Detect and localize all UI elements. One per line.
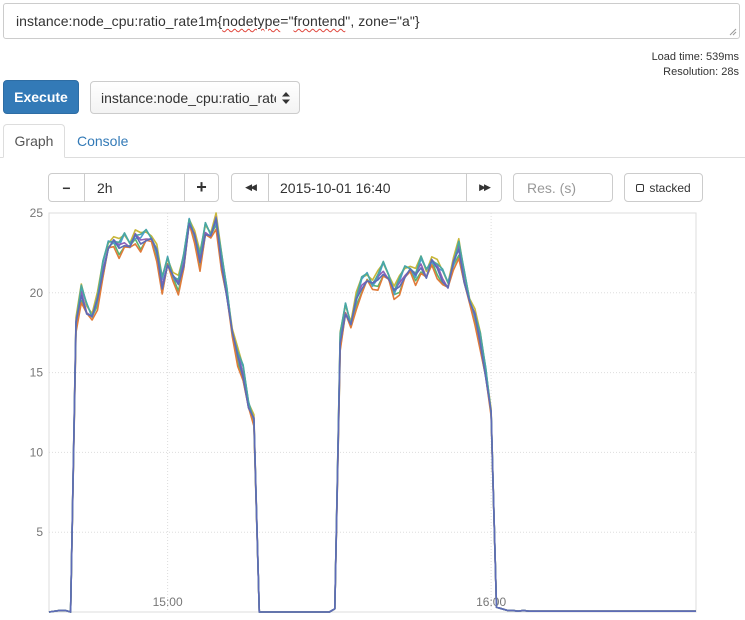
x-tick-label: 15:00 — [153, 595, 183, 609]
time-forward-button[interactable]: ▶▶ — [466, 173, 502, 202]
y-tick-label: 15 — [30, 366, 44, 380]
metric-select-value: instance:node_cpu:ratio_rate1m — [101, 90, 276, 106]
stacked-toggle[interactable]: stacked — [624, 173, 703, 202]
range-input[interactable]: 2h — [84, 173, 185, 202]
y-tick-label: 20 — [30, 286, 44, 300]
forward-icon: ▶▶ — [479, 182, 491, 192]
range-decrease-button[interactable]: − — [48, 173, 85, 202]
backward-icon: ◀◀ — [245, 182, 257, 192]
metric-select[interactable]: instance:node_cpu:ratio_rate1m — [90, 81, 300, 114]
execute-button[interactable]: Execute — [3, 80, 79, 114]
resize-grip-icon[interactable] — [729, 28, 737, 36]
graph-chart[interactable]: 5 10 15 20 25 15:00 16:00 — [0, 205, 745, 620]
resolution-info: Resolution: 28s — [663, 66, 739, 78]
tab-graph[interactable]: Graph — [3, 124, 65, 158]
tab-console[interactable]: Console — [77, 124, 128, 158]
load-time: Load time: 539ms — [651, 51, 739, 63]
y-tick-label: 25 — [30, 206, 44, 220]
y-tick-label: 5 — [36, 525, 43, 539]
checkbox-icon — [636, 183, 645, 192]
resolution-input[interactable]: Res. (s) — [513, 173, 613, 202]
y-tick-label: 10 — [30, 445, 44, 459]
x-tick-label: 16:00 — [476, 595, 506, 609]
time-back-button[interactable]: ◀◀ — [231, 173, 269, 202]
query-input[interactable]: instance:node_cpu:ratio_rate1m{nodetype=… — [3, 3, 740, 39]
end-time-input[interactable]: 2015-10-01 16:40 — [268, 173, 467, 202]
range-increase-button[interactable]: + — [184, 173, 219, 202]
plot-area — [48, 212, 697, 613]
stacked-label: stacked — [649, 180, 691, 195]
select-arrows-icon — [282, 92, 290, 104]
query-text: instance:node_cpu:ratio_rate1m{nodetype=… — [16, 13, 420, 29]
